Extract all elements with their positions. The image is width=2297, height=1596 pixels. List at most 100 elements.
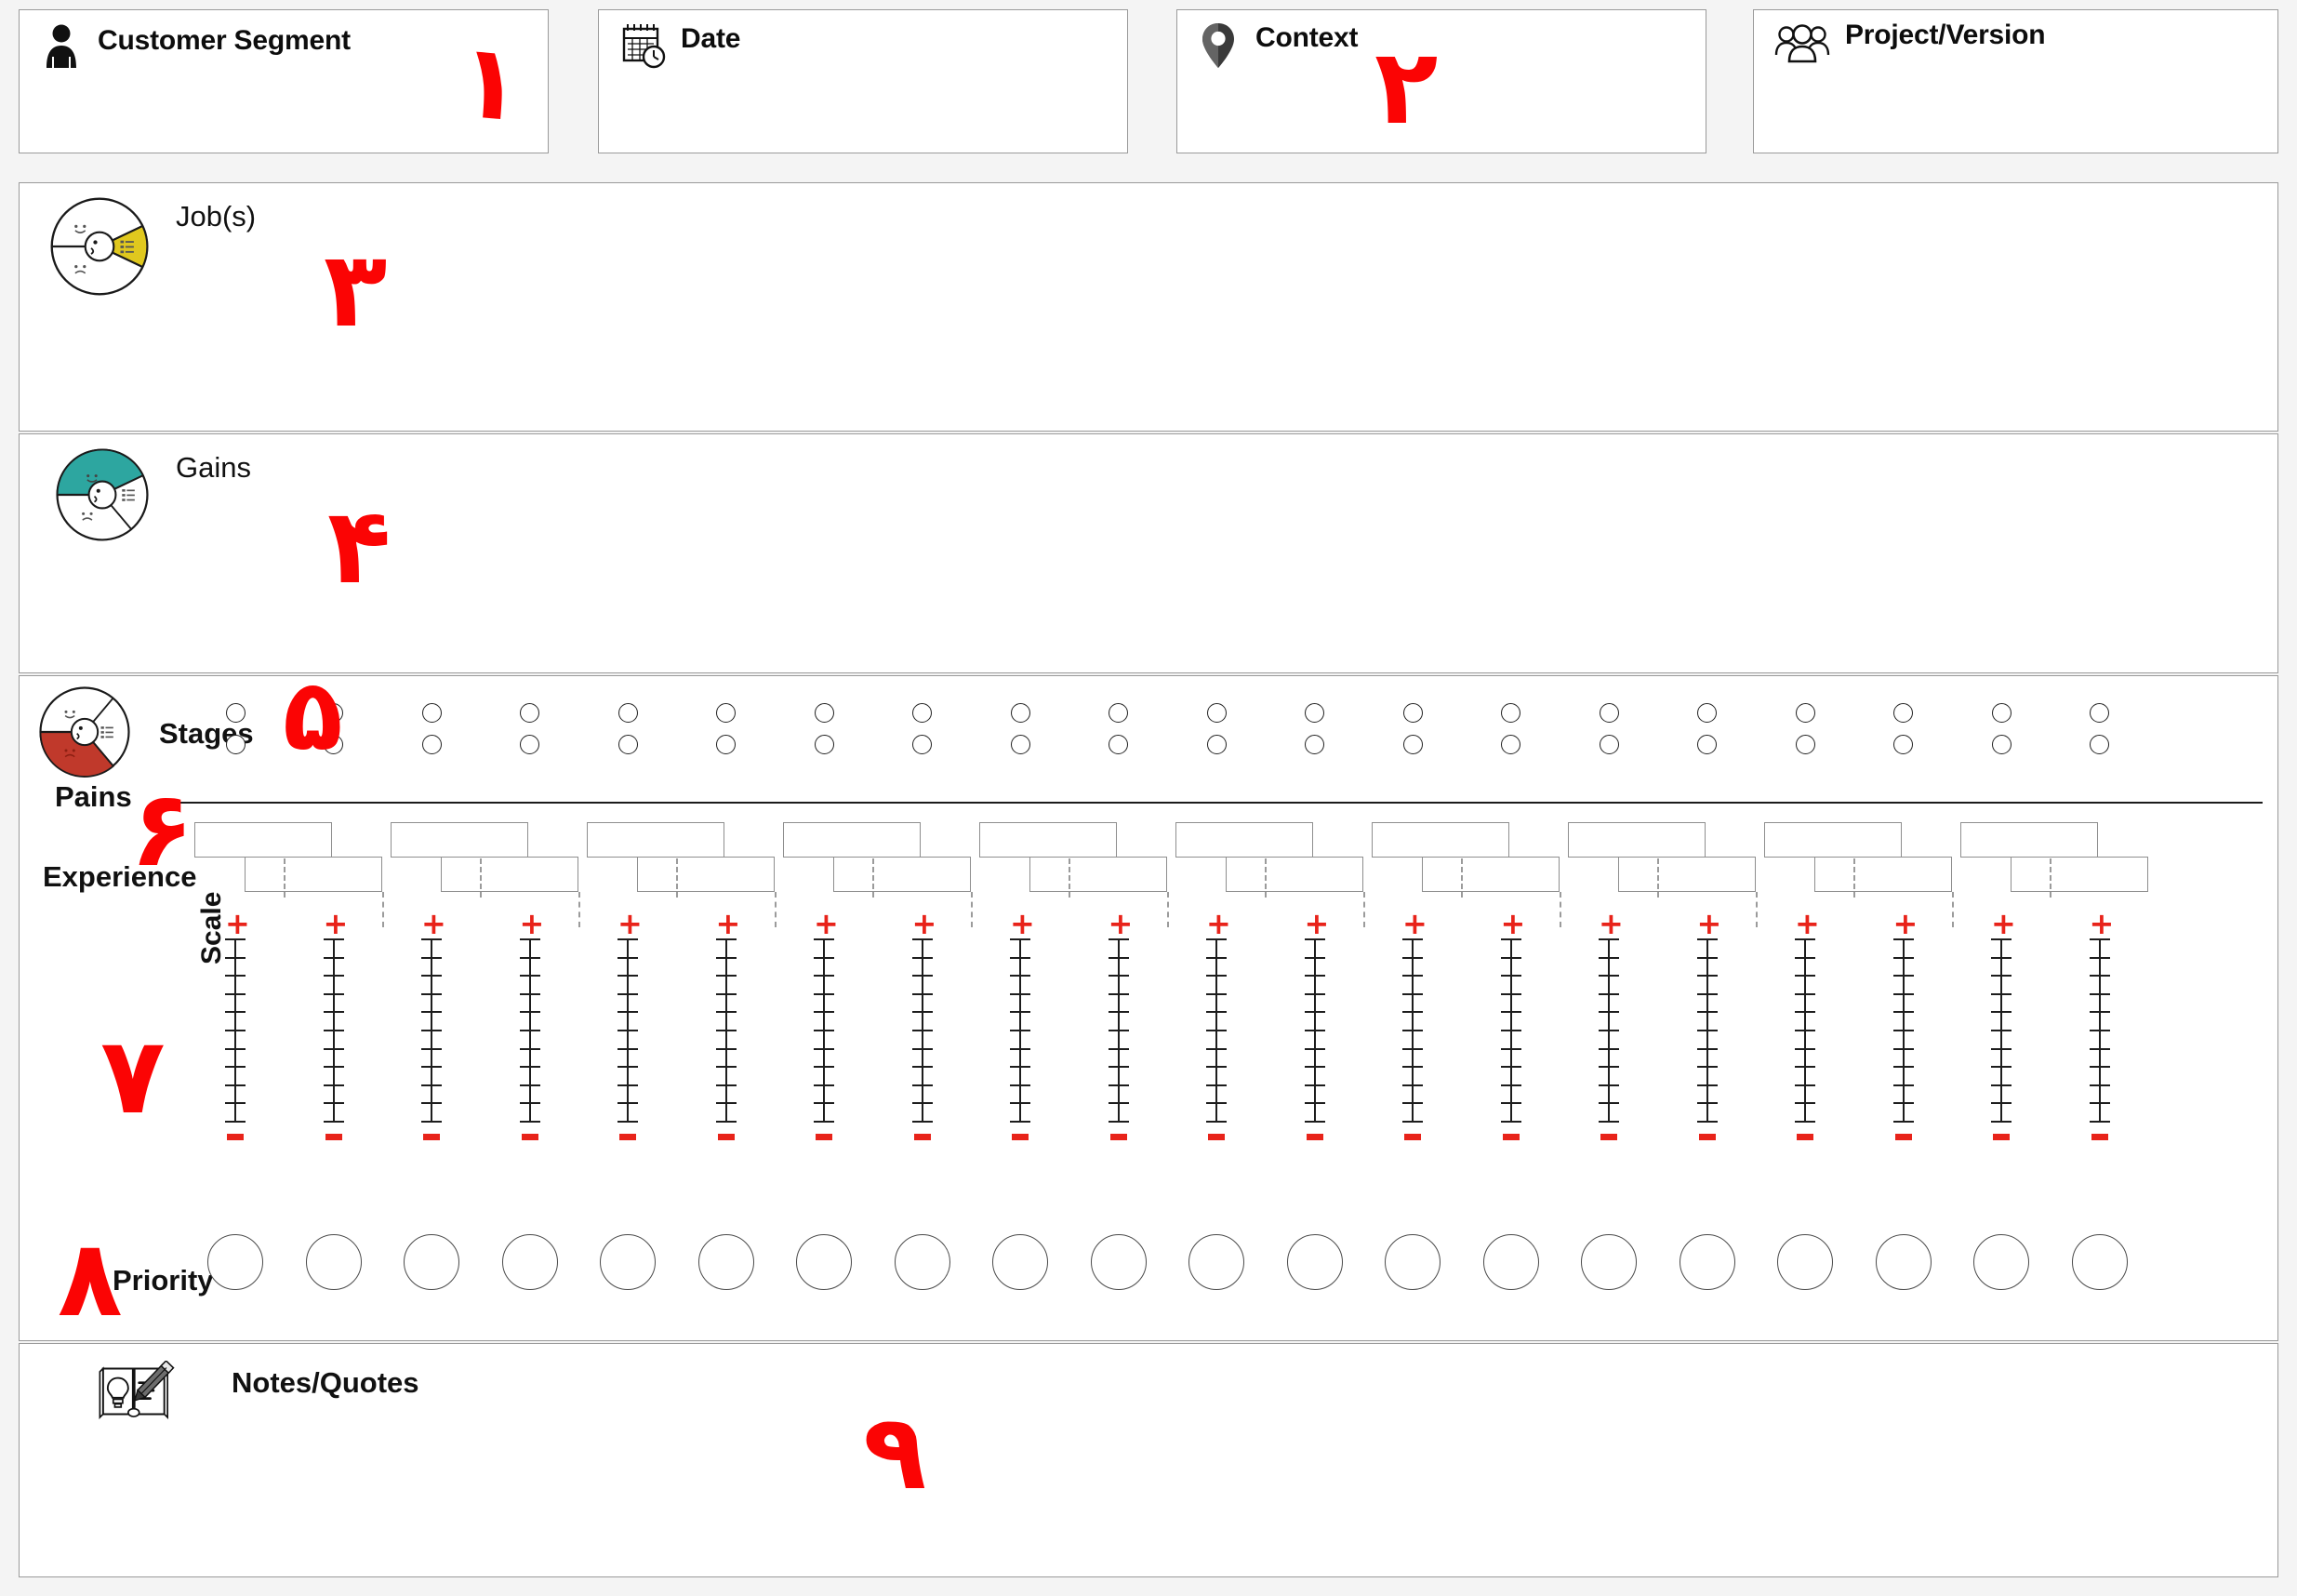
stage-dot[interactable] [1795,735,1815,754]
stage-dot[interactable] [520,735,539,754]
scale-ruler[interactable] [617,938,638,1123]
priority-circle[interactable] [894,1234,950,1290]
scale-ruler[interactable] [1500,938,1521,1123]
stage-dot[interactable] [324,735,343,754]
stage-box[interactable] [1813,857,1952,892]
customer-segment-field[interactable]: Customer Segment [19,9,549,153]
stage-dot[interactable] [1109,703,1128,723]
stage-box[interactable] [1617,857,1756,892]
priority-circle[interactable] [305,1234,362,1290]
stage-dot[interactable] [1599,735,1619,754]
scale-ruler[interactable] [911,938,933,1123]
scale-ruler[interactable] [1206,938,1227,1123]
stage-dot[interactable] [1501,703,1520,723]
context-field[interactable]: Context [1176,9,1706,153]
scale-ruler[interactable] [2089,938,2110,1123]
jobs-section[interactable]: Job(s) [19,182,2278,432]
stage-dot[interactable] [1305,703,1324,723]
stage-dot[interactable] [814,703,834,723]
stage-dot[interactable] [1893,735,1913,754]
stage-dot[interactable] [1402,703,1423,723]
stage-box[interactable] [1372,822,1509,858]
priority-circle[interactable] [1286,1234,1343,1290]
scale-ruler[interactable] [225,938,246,1123]
stage-dot[interactable] [1893,703,1913,723]
stage-dot[interactable] [1697,735,1717,754]
scale-ruler[interactable] [1599,938,1619,1123]
stage-dot[interactable] [1206,735,1227,754]
experience-section[interactable]: Stages Pains Experience + + + + + + + + + + + + + + + +… [19,675,2278,1341]
scale-ruler[interactable] [715,938,737,1123]
scale-ruler[interactable] [519,938,540,1123]
stage-dot[interactable] [617,735,638,754]
scale-ruler[interactable] [1108,938,1129,1123]
priority-circle[interactable] [1188,1234,1244,1290]
priority-circle[interactable] [404,1234,459,1290]
stage-box[interactable] [1568,822,1706,858]
stage-dot[interactable] [912,735,932,754]
priority-circle[interactable] [600,1234,656,1290]
scale-ruler[interactable] [323,938,344,1123]
stage-dot[interactable] [520,703,539,723]
stage-box[interactable] [832,857,971,892]
stage-dot[interactable] [225,703,246,723]
stage-box[interactable] [783,822,921,858]
stage-box[interactable] [1764,822,1902,858]
priority-circle[interactable] [1777,1234,1833,1290]
stage-box[interactable] [1225,857,1363,892]
scale-ruler[interactable] [1696,938,1718,1123]
stage-box[interactable] [1029,857,1167,892]
scale-ruler[interactable] [421,938,442,1123]
stage-dot[interactable] [1010,735,1030,754]
stage-box[interactable] [636,857,775,892]
priority-circle[interactable] [1385,1234,1441,1290]
scale-ruler[interactable] [1304,938,1325,1123]
stage-dot[interactable] [1991,703,2012,723]
stage-box[interactable] [587,822,724,858]
gains-section[interactable]: Gains [19,433,2278,673]
stage-box[interactable] [244,857,382,892]
priority-circle[interactable] [1679,1234,1735,1290]
scale-ruler[interactable] [1892,938,1914,1123]
stage-box[interactable] [1175,822,1313,858]
project-version-field[interactable]: Project/Version [1753,9,2278,153]
stage-dot[interactable] [716,735,736,754]
stage-box[interactable] [440,857,578,892]
stage-dot[interactable] [1991,735,2012,754]
stage-dot[interactable] [1795,703,1815,723]
priority-circle[interactable] [1581,1234,1637,1290]
stage-dot[interactable] [1109,735,1128,754]
priority-circle[interactable] [1973,1234,2029,1290]
stage-dot[interactable] [421,735,442,754]
scale-ruler[interactable] [1010,938,1030,1123]
notes-quotes-section[interactable]: Notes/Quotes [19,1343,2278,1577]
stage-dot[interactable] [1206,703,1227,723]
stage-dot[interactable] [912,703,932,723]
stage-dot[interactable] [1010,703,1030,723]
priority-circle[interactable] [796,1234,852,1290]
priority-circle[interactable] [1090,1234,1147,1290]
stage-dot[interactable] [1599,703,1619,723]
priority-circle[interactable] [697,1234,754,1290]
scale-ruler[interactable] [1402,938,1423,1123]
scale-ruler[interactable] [814,938,834,1123]
scale-ruler[interactable] [1795,938,1815,1123]
stage-box[interactable] [391,822,528,858]
stage-box[interactable] [1421,857,1560,892]
stage-box[interactable] [2010,857,2148,892]
stage-dot[interactable] [1697,703,1717,723]
date-field[interactable]: Date [598,9,1128,153]
stage-dot[interactable] [1501,735,1520,754]
priority-circle[interactable] [1875,1234,1932,1290]
stage-dot[interactable] [225,735,246,754]
stage-dot[interactable] [324,703,343,723]
stage-dot[interactable] [2090,735,2109,754]
stage-dot[interactable] [814,735,834,754]
priority-circle[interactable] [207,1234,263,1290]
stage-box[interactable] [979,822,1117,858]
stage-box[interactable] [1960,822,2098,858]
scale-ruler[interactable] [1991,938,2012,1123]
stage-dot[interactable] [1402,735,1423,754]
stage-dot[interactable] [716,703,736,723]
stage-dot[interactable] [617,703,638,723]
